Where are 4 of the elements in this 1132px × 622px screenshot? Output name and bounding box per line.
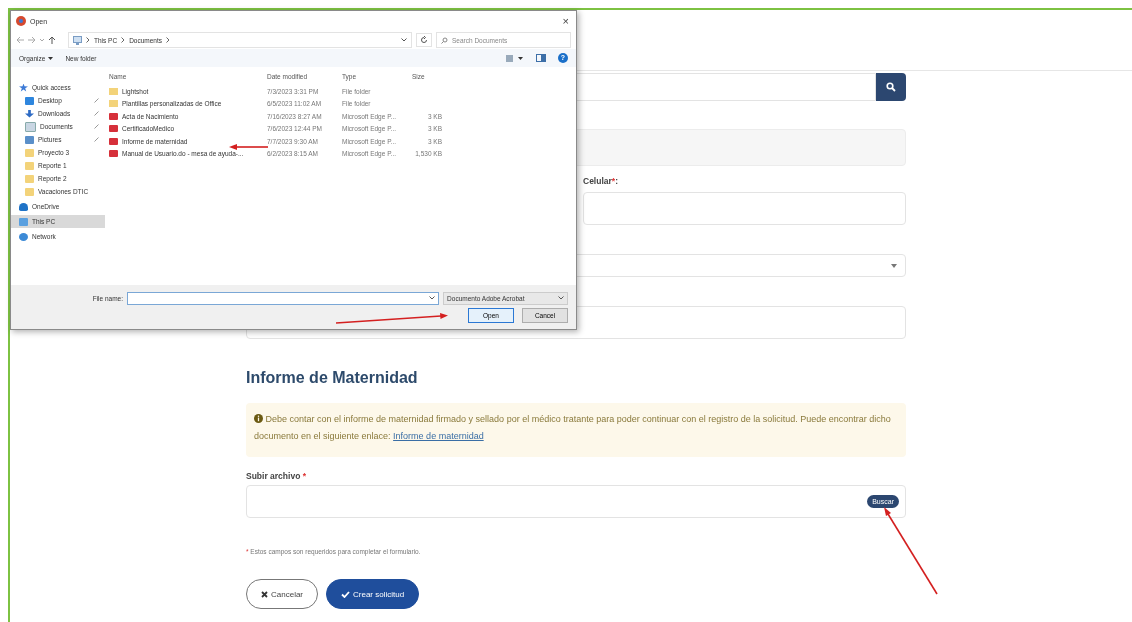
- section-title: Informe de Maternidad: [246, 369, 419, 388]
- field-label: Celular*:: [583, 175, 619, 188]
- alert-text: Debe contar con el informe de maternidad firmado y sellado por el médico tratante para poder continuar con el registro de la solicitud. Puede encontrar dicho documento en el siguiente enlace: Informe de maternidad: [254, 413, 892, 443]
- field-label: Subir archivo *: [246, 470, 307, 483]
